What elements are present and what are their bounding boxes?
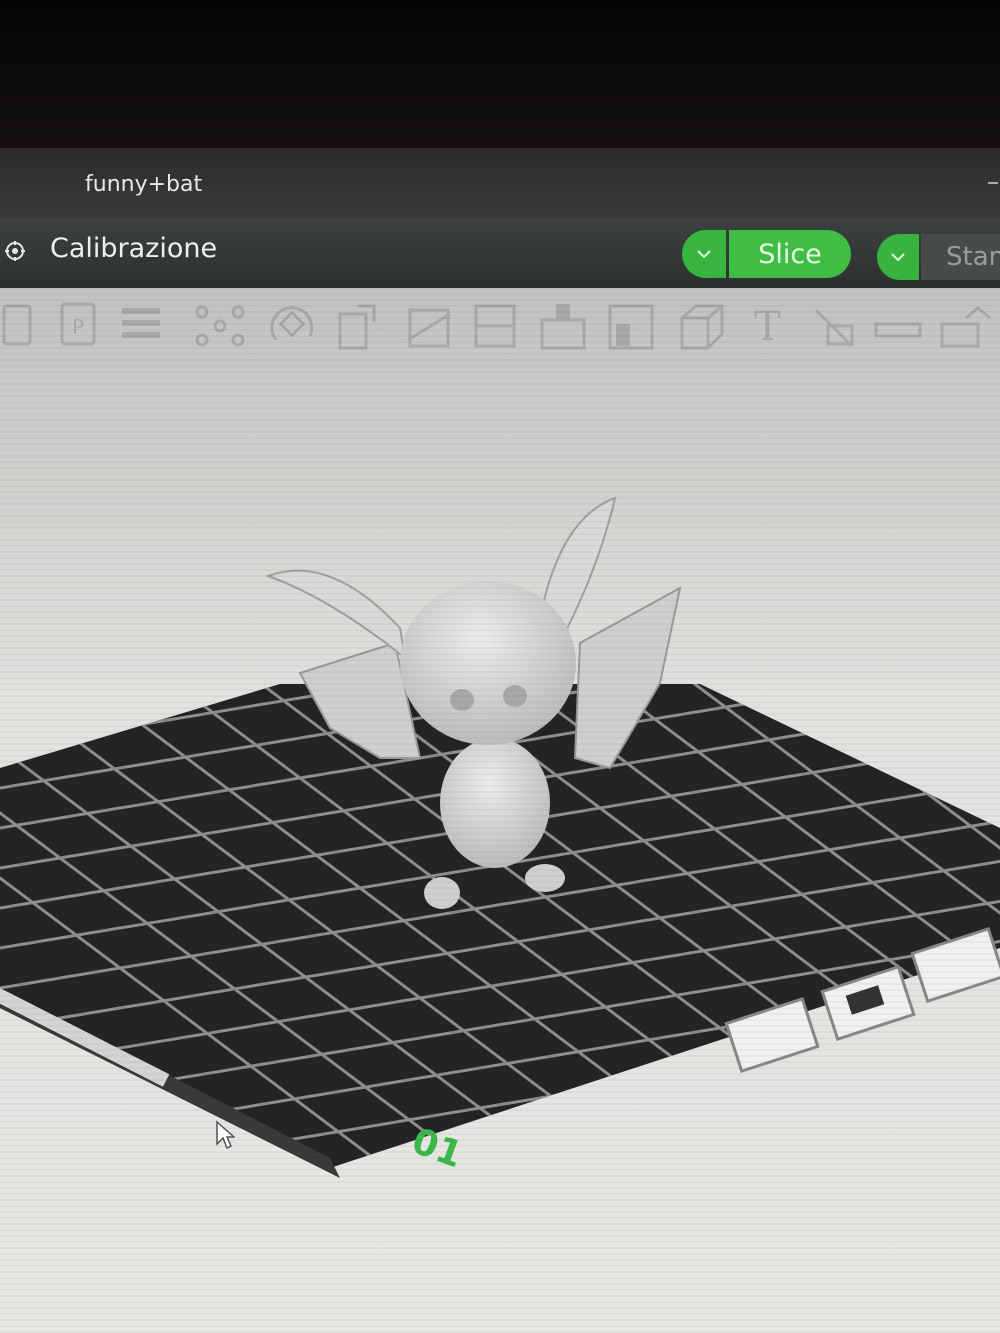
slice-button[interactable]: Slice <box>729 230 851 278</box>
mouse-cursor-icon <box>216 1120 235 1150</box>
chevron-down-icon <box>697 250 711 259</box>
chevron-down-icon <box>891 253 905 262</box>
monitor-bezel <box>0 0 1000 150</box>
menu-tab-calibration[interactable]: Calibrazione <box>50 233 217 264</box>
minimize-icon[interactable] <box>988 182 998 184</box>
build-scene <box>0 496 1000 1178</box>
print-button-group: Stam <box>877 234 1000 280</box>
print-button[interactable]: Stam <box>921 234 1000 280</box>
slice-button-group: Slice <box>682 230 851 278</box>
3d-viewport[interactable]: P T 01 <box>0 288 1000 1333</box>
print-dropdown-button[interactable] <box>877 234 919 280</box>
window-title: funny+bat <box>85 172 203 197</box>
calibration-icon[interactable] <box>4 240 26 262</box>
slice-dropdown-button[interactable] <box>682 230 726 278</box>
